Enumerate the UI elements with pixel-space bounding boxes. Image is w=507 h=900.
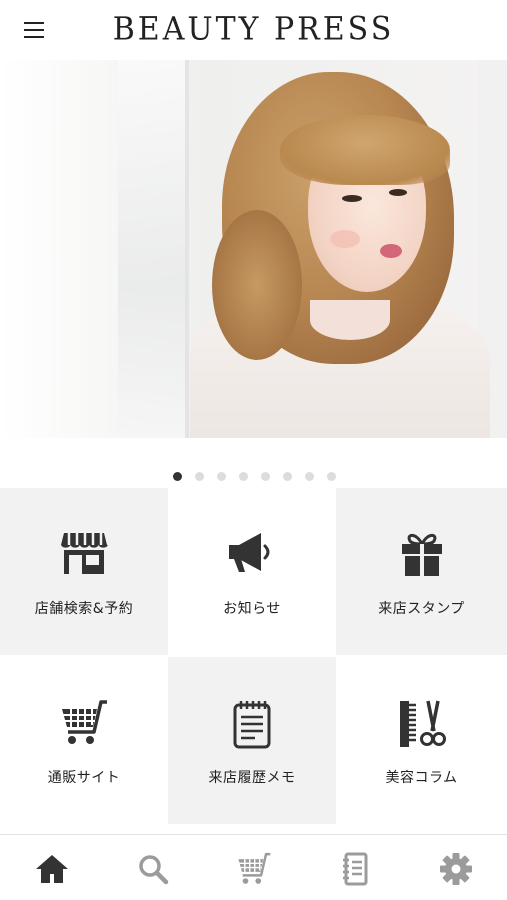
storefront-icon <box>61 533 108 574</box>
megaphone-icon <box>229 533 270 572</box>
tile-news[interactable]: お知らせ <box>168 488 336 655</box>
tile-online-shop[interactable]: 通販サイト <box>0 657 168 824</box>
tile-label: 美容コラム <box>385 770 458 786</box>
cart-icon <box>62 700 107 744</box>
nav-search[interactable] <box>133 849 173 889</box>
carousel-dot-8[interactable] <box>327 472 336 481</box>
tile-label: 来店スタンプ <box>378 601 465 617</box>
tile-visit-stamp[interactable]: 来店スタンプ <box>336 488 507 655</box>
carousel-dot-2[interactable] <box>195 472 204 481</box>
app-header: BEAUTY PRESS <box>0 0 507 60</box>
gear-icon <box>440 853 472 885</box>
carousel-pagination <box>0 468 507 486</box>
comb-scissors-icon <box>399 700 446 747</box>
tile-label: 店舗検索&予約 <box>34 601 134 617</box>
nav-home[interactable] <box>32 849 72 889</box>
hero-carousel-image[interactable] <box>0 60 507 438</box>
app-logo-title: BEAUTY PRESS <box>112 11 395 48</box>
carousel-dot-5[interactable] <box>261 472 270 481</box>
tile-label: 来店履歴メモ <box>208 770 296 786</box>
carousel-dot-7[interactable] <box>305 472 314 481</box>
tile-beauty-column[interactable]: 美容コラム <box>336 657 507 824</box>
search-icon <box>139 855 169 885</box>
bottom-nav <box>0 835 507 900</box>
carousel-dot-1[interactable] <box>173 472 182 481</box>
nav-cart[interactable] <box>234 849 274 889</box>
carousel-dot-3[interactable] <box>217 472 226 481</box>
tile-label: 通販サイト <box>47 770 121 786</box>
carousel-dot-4[interactable] <box>239 472 248 481</box>
cart-icon <box>238 852 271 884</box>
notepad-icon <box>233 701 271 749</box>
menu-grid: 店舗検索&予約 お知らせ 来店スタンプ 通販サイト 来店履歴メモ 美容コラム <box>0 488 507 826</box>
nav-settings[interactable] <box>436 849 476 889</box>
tile-store-search[interactable]: 店舗検索&予約 <box>0 488 168 655</box>
tile-label: お知らせ <box>223 601 281 617</box>
tile-visit-history-memo[interactable]: 来店履歴メモ <box>168 657 336 824</box>
notebook-icon <box>343 852 368 886</box>
carousel-dot-6[interactable] <box>283 472 292 481</box>
home-icon <box>36 855 68 883</box>
nav-memo[interactable] <box>335 849 375 889</box>
gift-icon <box>401 533 442 576</box>
